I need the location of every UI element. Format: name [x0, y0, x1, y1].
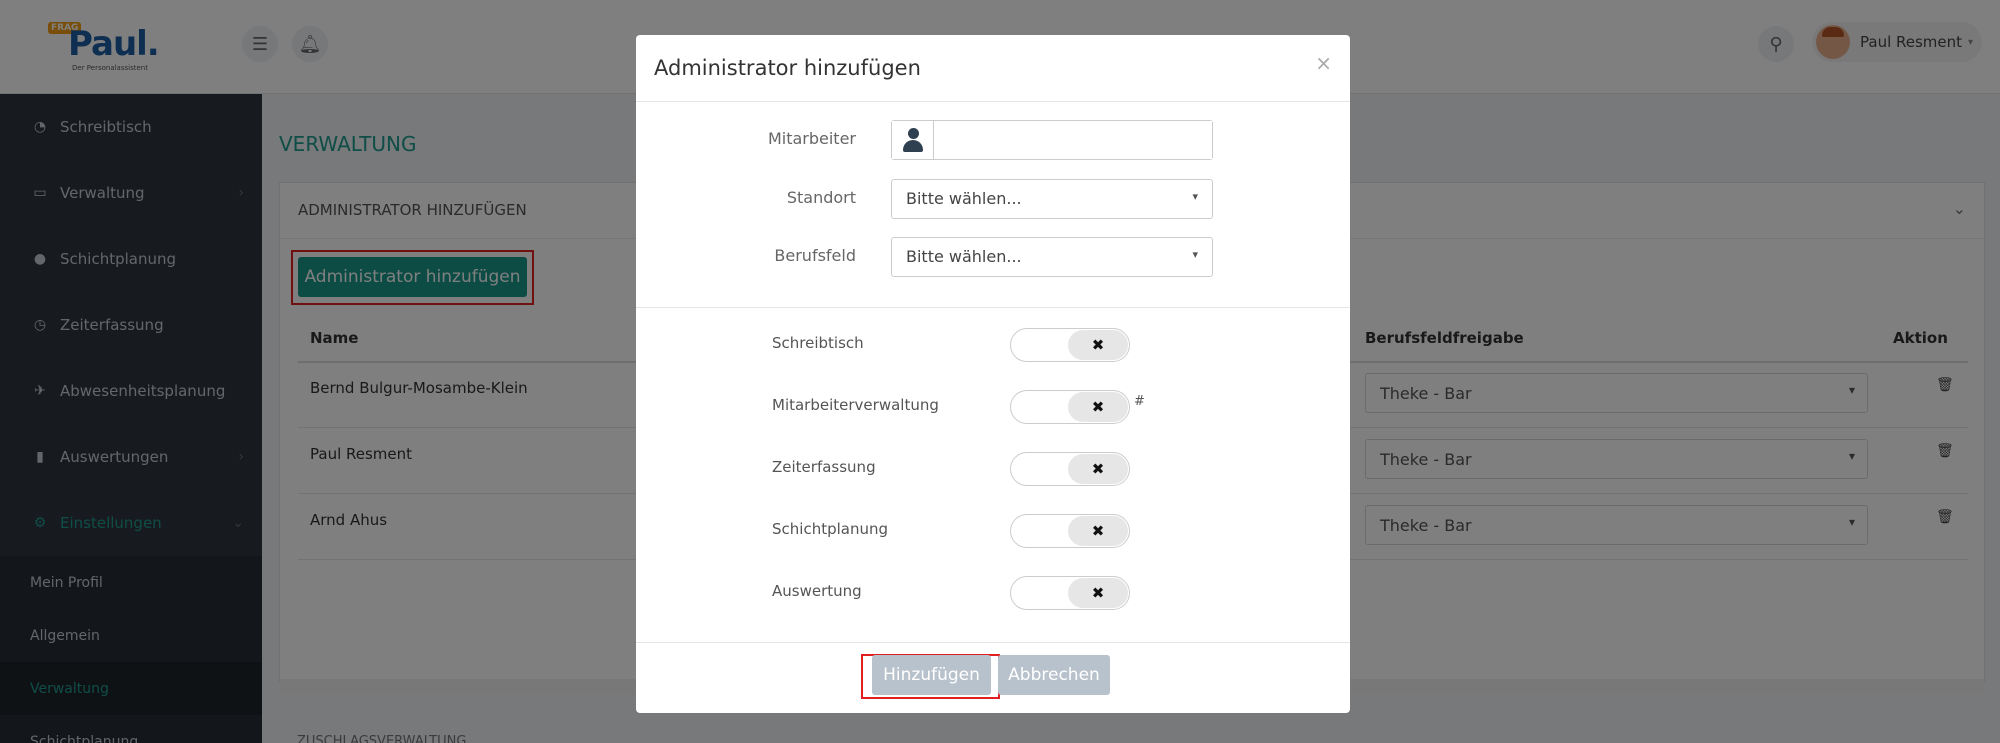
toggle-mitarbeiterverwaltung[interactable]: ✖	[1010, 390, 1130, 424]
permission-label: Zeiterfassung	[772, 458, 876, 476]
user-icon	[892, 121, 934, 159]
close-icon: ✖	[1068, 392, 1128, 422]
close-icon: ✖	[1068, 516, 1128, 546]
permission-label: Auswertung	[772, 582, 862, 600]
close-icon[interactable]: ×	[1315, 51, 1332, 75]
caret-down-icon: ▾	[1192, 248, 1198, 261]
submit-button[interactable]: Hinzufügen	[872, 655, 991, 695]
divider	[636, 642, 1350, 643]
modal-title: Administrator hinzufügen	[654, 56, 921, 80]
standort-label: Standort	[786, 188, 856, 207]
berufsfeld-value: Bitte wählen...	[906, 247, 1022, 266]
close-icon: ✖	[1068, 454, 1128, 484]
close-icon: ✖	[1068, 330, 1128, 360]
caret-down-icon: ▾	[1192, 190, 1198, 203]
berufsfeld-select[interactable]: Bitte wählen... ▾	[891, 237, 1213, 277]
close-icon: ✖	[1068, 578, 1128, 608]
add-admin-modal: Administrator hinzufügen × Mitarbeiter S…	[636, 35, 1350, 713]
mitarbeiter-input-group	[891, 120, 1213, 160]
toggle-schreibtisch[interactable]: ✖	[1010, 328, 1130, 362]
berufsfeld-label: Berufsfeld	[774, 246, 856, 265]
divider	[636, 307, 1350, 308]
permission-label: Schichtplanung	[772, 520, 889, 538]
hash-note: #	[1134, 394, 1145, 409]
toggle-zeiterfassung[interactable]: ✖	[1010, 452, 1130, 486]
permission-label: Schreibtisch	[772, 334, 864, 352]
cancel-button[interactable]: Abbrechen	[998, 655, 1110, 695]
permission-label: Mitarbeiterverwaltung	[772, 396, 939, 414]
standort-select[interactable]: Bitte wählen... ▾	[891, 179, 1213, 219]
mitarbeiter-input[interactable]	[934, 121, 1212, 159]
toggle-auswertung[interactable]: ✖	[1010, 576, 1130, 610]
standort-value: Bitte wählen...	[906, 189, 1022, 208]
mitarbeiter-label: Mitarbeiter	[767, 129, 856, 148]
toggle-schichtplanung[interactable]: ✖	[1010, 514, 1130, 548]
modal-header: Administrator hinzufügen ×	[636, 35, 1350, 102]
